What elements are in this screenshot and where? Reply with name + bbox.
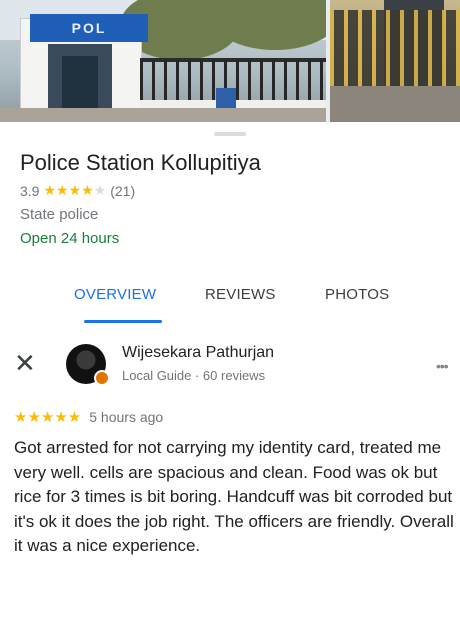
stars-empty: ★ [93, 182, 107, 198]
photo-ground [0, 108, 326, 122]
star-rating-icon: ★★★★★ [43, 182, 106, 199]
stars-full: ★★★★ [43, 182, 94, 198]
review-rating-row: ★★★★★ 5 hours ago [14, 408, 163, 426]
review-count: (21) [110, 182, 136, 199]
active-tab-indicator [84, 320, 162, 323]
place-photo-secondary[interactable] [330, 0, 460, 122]
close-icon[interactable]: ✕ [14, 350, 36, 376]
more-horizontal-icon[interactable]: ••• [436, 358, 449, 374]
rating-row[interactable]: 3.9 ★★★★★ (21) [20, 182, 135, 199]
tab-reviews[interactable]: REVIEWS [205, 286, 276, 303]
photo-gate [330, 10, 460, 86]
photo-strip[interactable]: POL [0, 0, 460, 122]
opening-hours[interactable]: Open 24 hours [20, 230, 119, 247]
review-stars-icon: ★★★★★ [14, 409, 82, 426]
place-category: State police [20, 206, 99, 223]
rating-value: 3.9 [20, 182, 40, 199]
photo-floor [330, 86, 460, 122]
tab-bar: OVERVIEW REVIEWS PHOTOS [0, 274, 460, 326]
reviewer-meta: Local Guide · 60 reviews [122, 368, 266, 383]
place-photo-main[interactable]: POL [0, 0, 326, 122]
review-text: Got arrested for not carrying my identit… [14, 438, 454, 555]
photo-entrance-inner [62, 56, 98, 110]
place-title: Police Station Kollupitiya [20, 150, 261, 175]
drag-handle[interactable] [214, 132, 246, 136]
tab-overview[interactable]: OVERVIEW [74, 286, 156, 303]
review-time: 5 hours ago [89, 409, 164, 425]
photo-sign: POL [30, 14, 148, 42]
place-sheet: Police Station Kollupitiya 3.9 ★★★★★ (21… [0, 122, 460, 617]
reviewer-name[interactable]: Wijesekara Pathurjan [122, 344, 274, 362]
local-guide-badge-icon [94, 370, 110, 386]
tab-photos[interactable]: PHOTOS [325, 286, 389, 303]
